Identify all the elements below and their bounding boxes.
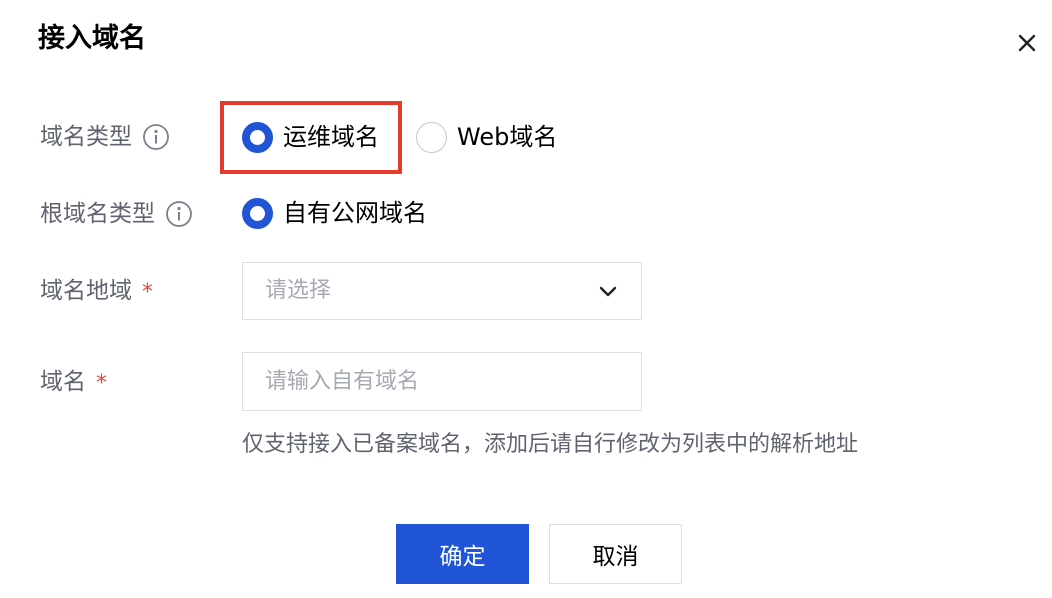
access-domain-dialog: 接入域名 域名类型 运维域名 Web域名 根域名类型 自有公网域名 域名地域 *… <box>0 0 1052 598</box>
close-icon[interactable] <box>1010 26 1044 60</box>
required-mark: * <box>142 280 153 305</box>
domain-label-text: 域名 <box>40 369 86 395</box>
radio-web-domain-label: Web域名 <box>457 123 558 151</box>
cancel-button[interactable]: 取消 <box>549 524 682 584</box>
radio-unselected-icon <box>416 121 447 153</box>
chevron-down-icon <box>595 279 621 305</box>
region-select-placeholder: 请选择 <box>265 278 332 303</box>
root-domain-type-label: 根域名类型 <box>40 198 193 230</box>
required-mark: * <box>96 371 107 396</box>
radio-own-public-domain[interactable]: 自有公网域名 <box>242 197 427 229</box>
domain-hint: 仅支持接入已备案域名，添加后请自行修改为列表中的解析地址 <box>242 432 859 457</box>
confirm-button[interactable]: 确定 <box>396 524 529 584</box>
domain-type-label: 域名类型 <box>40 121 170 153</box>
region-label: 域名地域 * <box>40 275 153 307</box>
info-icon[interactable] <box>165 200 193 228</box>
info-icon[interactable] <box>142 123 170 151</box>
region-label-text: 域名地域 <box>40 278 132 304</box>
radio-ops-domain[interactable]: 运维域名 <box>242 121 379 153</box>
radio-selected-icon <box>242 121 273 153</box>
radio-ops-domain-label: 运维域名 <box>283 123 379 151</box>
root-domain-type-label-text: 根域名类型 <box>40 201 155 227</box>
radio-selected-icon <box>242 197 273 229</box>
domain-label: 域名 * <box>40 366 107 398</box>
domain-input[interactable] <box>242 352 642 411</box>
region-select[interactable]: 请选择 <box>242 262 642 320</box>
dialog-title: 接入域名 <box>38 23 146 54</box>
radio-web-domain[interactable]: Web域名 <box>416 121 557 153</box>
radio-own-public-domain-label: 自有公网域名 <box>283 199 427 227</box>
domain-type-label-text: 域名类型 <box>40 124 132 150</box>
